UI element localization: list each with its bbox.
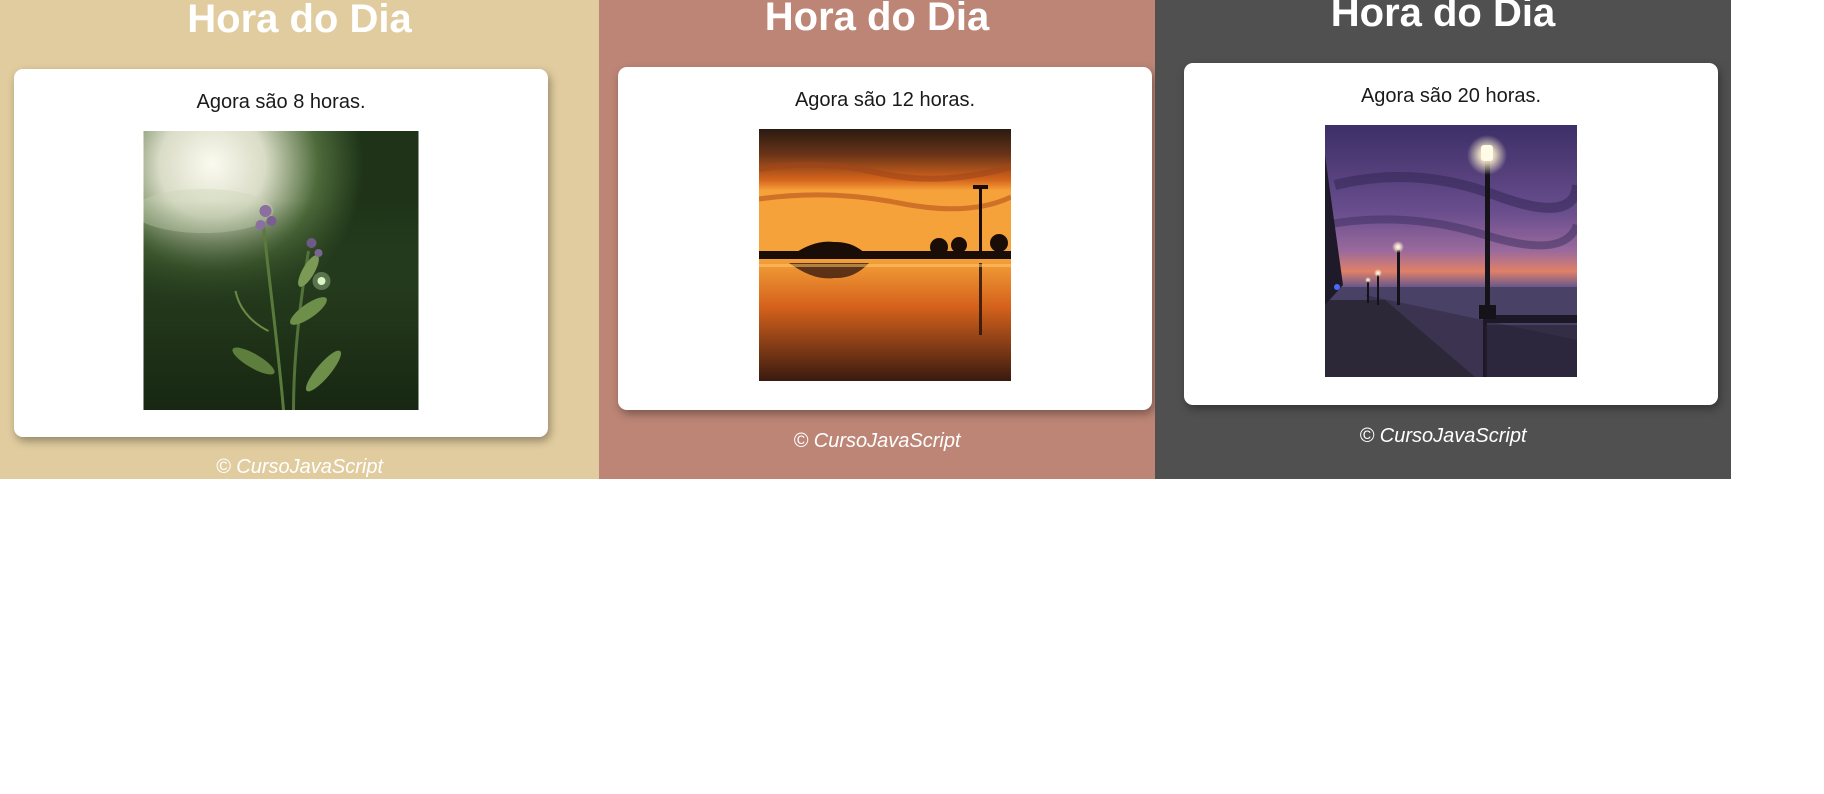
morning-plant-photo [143,131,419,410]
footer-copyright: © CursoJavaScript [793,430,961,452]
panel-noon: Hora do Dia Agora são 12 horas. © CursoJ… [599,0,1155,479]
page-title: Hora do Dia [1330,0,1556,35]
panel-night: Hora do Dia Agora são 20 horas. © CursoJ… [1155,0,1731,479]
time-card: Agora são 20 horas. [1184,63,1718,405]
night-boardwalk-photo [1325,125,1577,377]
sunset-reflection-photo [759,129,1011,381]
footer-copyright: © CursoJavaScript [215,456,383,478]
panel-morning: Hora do Dia Agora são 8 horas. © CursoJa… [0,0,599,479]
time-card: Agora são 12 horas. [618,67,1152,410]
time-message: Agora são 20 horas. [1360,85,1542,107]
page-title: Hora do Dia [187,0,412,41]
time-message: Agora são 12 horas. [794,89,976,111]
footer-copyright: © CursoJavaScript [1359,425,1527,447]
time-card: Agora são 8 horas. [14,69,548,437]
page-title: Hora do Dia [764,0,990,39]
time-message: Agora são 8 horas. [196,91,366,113]
panels-container: Hora do Dia Agora são 8 horas. © CursoJa… [0,0,1731,479]
